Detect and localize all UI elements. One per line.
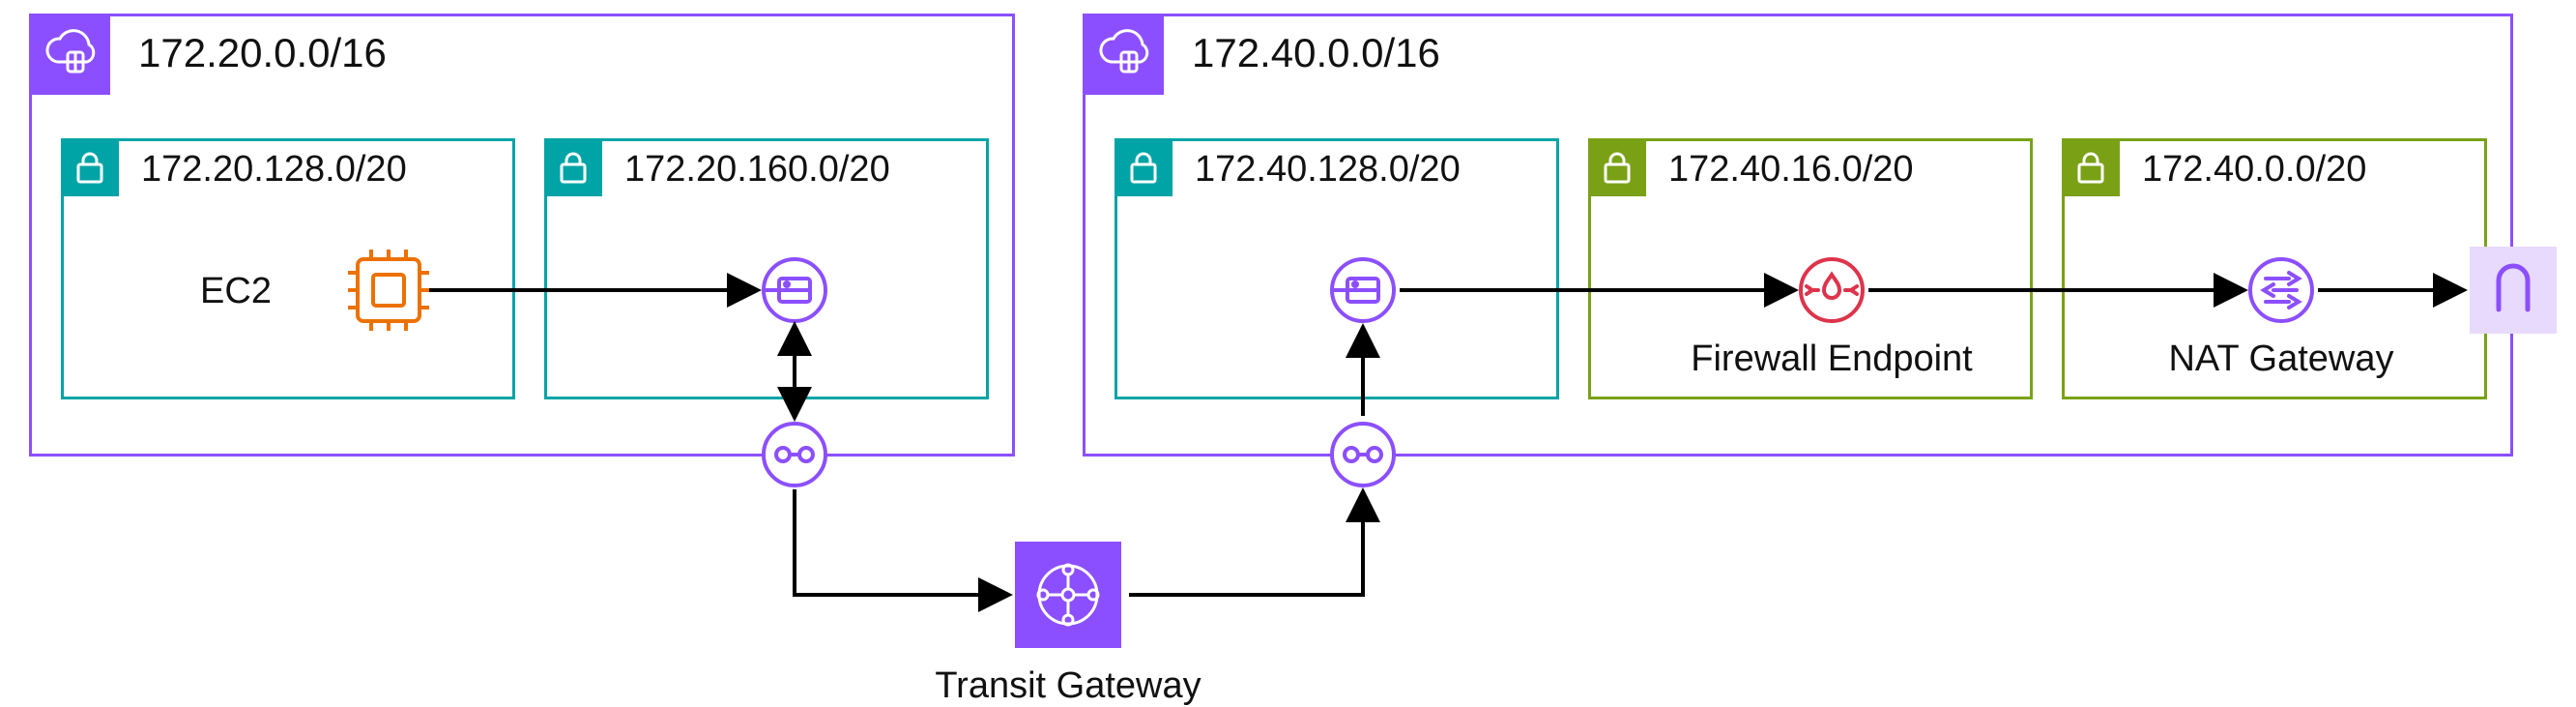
vpc-cloud-icon bbox=[1083, 14, 1164, 95]
subnet-left-tgw: 172.20.160.0/20 bbox=[544, 138, 989, 399]
vpc-right: 172.40.0.0/16 172.40.128.0/20 bbox=[1083, 14, 2513, 457]
vpc-left-cidr: 172.20.0.0/16 bbox=[138, 30, 387, 76]
subnet-right-tgw: 172.40.128.0/20 bbox=[1114, 138, 1559, 399]
transit-gateway-label: Transit Gateway bbox=[935, 665, 1201, 707]
vpc-cloud-icon bbox=[29, 14, 110, 95]
lock-icon bbox=[2062, 138, 2120, 196]
internet-gateway-icon bbox=[2470, 247, 2557, 334]
vpc-left: 172.20.0.0/16 172.20.128.0/20 bbox=[29, 14, 1015, 457]
transit-gateway-icon bbox=[1015, 542, 1121, 648]
diagram-canvas: 172.20.0.0/16 172.20.128.0/20 bbox=[0, 0, 2576, 703]
firewall-endpoint-label: Firewall Endpoint bbox=[1691, 339, 1972, 380]
subnet-left-tgw-cidr: 172.20.160.0/20 bbox=[624, 149, 890, 191]
lock-icon bbox=[1114, 138, 1172, 196]
subnet-left-private-cidr: 172.20.128.0/20 bbox=[141, 149, 407, 191]
subnet-right-tgw-cidr: 172.40.128.0/20 bbox=[1195, 149, 1461, 191]
subnet-right-firewall-cidr: 172.40.16.0/20 bbox=[1668, 149, 1914, 191]
nat-gateway-label: NAT Gateway bbox=[2168, 339, 2393, 380]
lock-icon bbox=[1588, 138, 1646, 196]
vpc-right-cidr: 172.40.0.0/16 bbox=[1192, 30, 1440, 76]
ec2-label: EC2 bbox=[200, 271, 272, 312]
subnet-left-private: 172.20.128.0/20 bbox=[61, 138, 515, 399]
lock-icon bbox=[544, 138, 602, 196]
subnet-right-nat-cidr: 172.40.0.0/20 bbox=[2142, 149, 2366, 191]
lock-icon bbox=[61, 138, 119, 196]
